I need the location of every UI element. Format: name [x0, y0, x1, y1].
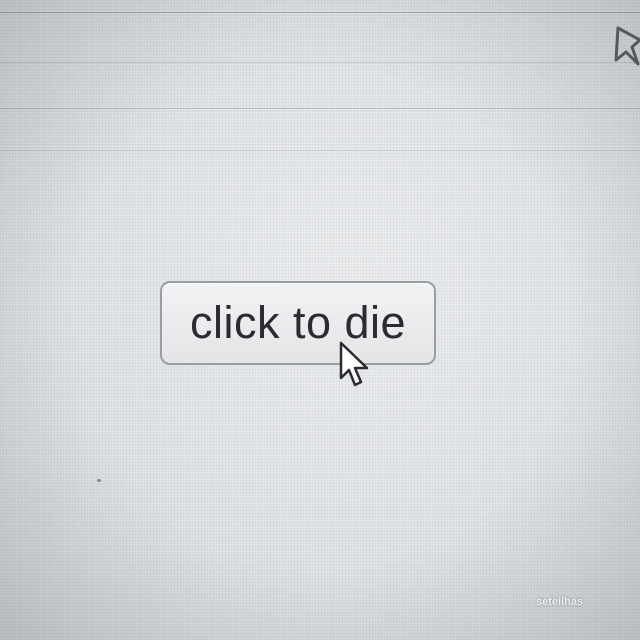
watermark-text: seteilhas [536, 596, 584, 608]
navigation-arrow-icon[interactable] [604, 20, 640, 70]
window-top-edge [0, 0, 640, 13]
content-divider [0, 150, 640, 151]
browser-toolbar [0, 0, 640, 109]
mouse-pointer-icon [339, 341, 369, 387]
toolbar-divider [0, 62, 640, 63]
button-label: click to die [189, 297, 407, 348]
dust-speck [97, 479, 101, 482]
click-to-die-button[interactable]: click to die [160, 281, 436, 365]
